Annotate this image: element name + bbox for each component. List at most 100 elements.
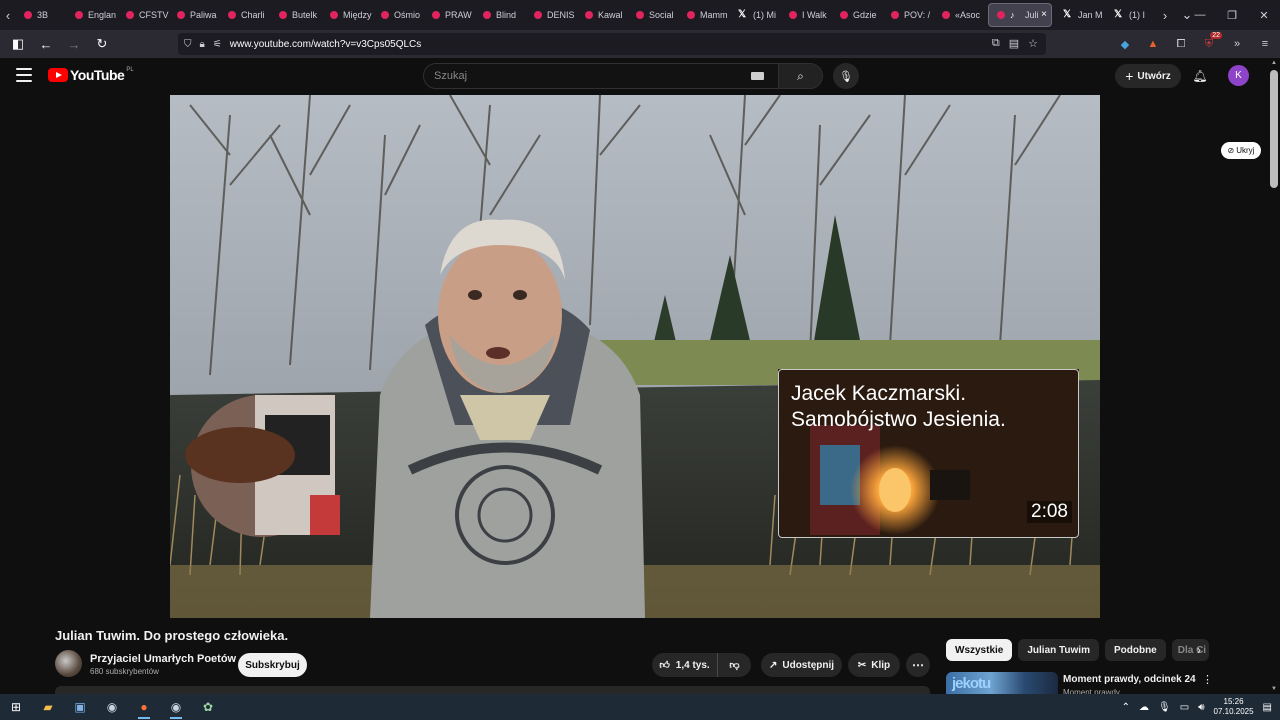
control-panel-icon[interactable]: ▣ xyxy=(64,694,96,720)
browser-tab-after-0[interactable]: 𝕏 Jan M xyxy=(1055,3,1106,27)
network-icon[interactable]: ▭ xyxy=(1180,702,1189,713)
tab-label: Gdzie xyxy=(853,10,877,20)
browser-tab-12[interactable]: Social xyxy=(628,3,679,27)
browser-tab-8[interactable]: PRAW xyxy=(424,3,475,27)
browser-tab-15[interactable]: I Walk xyxy=(781,3,832,27)
keyboard-icon[interactable] xyxy=(751,72,764,80)
browser-tab-11[interactable]: Kawal xyxy=(577,3,628,27)
back-icon[interactable]: ← xyxy=(34,32,58,56)
extensions-puzzle-icon[interactable]: ⧠ xyxy=(1174,37,1188,51)
video-element-round[interactable] xyxy=(191,395,334,538)
video-player[interactable]: Jacek Kaczmarski. Samobójstwo Jesienia. … xyxy=(170,95,1100,618)
account-avatar[interactable]: K xyxy=(1228,65,1249,86)
lock-icon[interactable]: 🔒︎ xyxy=(200,39,205,50)
url-text[interactable]: www.youtube.com/watch?v=v3Cps05QLCs xyxy=(230,39,421,50)
like-button[interactable]: 👍︎ 1,4 tys. xyxy=(652,653,718,677)
file-explorer-icon[interactable]: ▰ xyxy=(32,694,64,720)
permissions-icon[interactable]: ⚟ xyxy=(213,39,222,50)
extension-fox-icon[interactable]: ▲ xyxy=(1146,37,1160,51)
channel-avatar[interactable] xyxy=(55,650,82,677)
browser-tab-17[interactable]: POV: / xyxy=(883,3,934,27)
youtube-favicon-icon xyxy=(585,11,593,19)
onedrive-icon[interactable]: ☁ xyxy=(1139,702,1149,713)
tab-label: Butelk xyxy=(292,10,318,20)
create-button[interactable]: + Utwórz xyxy=(1115,64,1181,88)
recommendation-thumbnail[interactable]: jekotu xyxy=(946,672,1058,694)
browser-tab-active[interactable]: ♪ Juli × xyxy=(988,3,1052,27)
volume-icon[interactable]: 🔊︎ xyxy=(1198,702,1204,713)
browser-tab-10[interactable]: DENIS xyxy=(526,3,577,27)
shield-icon[interactable]: ⛉ xyxy=(184,39,192,50)
browser-tab-0[interactable]: 3B xyxy=(16,3,67,27)
dislike-button[interactable]: 👎︎ xyxy=(718,653,751,677)
forward-icon[interactable]: → xyxy=(62,32,86,56)
chips-next-icon[interactable]: › xyxy=(1190,641,1208,659)
microphone-icon[interactable]: 🎙︎ xyxy=(1158,702,1171,713)
browser-tab-3[interactable]: Paliwa xyxy=(169,3,220,27)
scroll-up-icon[interactable]: ▲ xyxy=(1271,60,1277,66)
firefox-icon[interactable]: ● xyxy=(128,694,160,720)
close-window-icon[interactable]: ✕ xyxy=(1248,0,1280,30)
browser-tab-5[interactable]: Butelk xyxy=(271,3,322,27)
browser-tab-7[interactable]: Ośmio xyxy=(373,3,424,27)
browser-tab-16[interactable]: Gdzie xyxy=(832,3,883,27)
hide-end-cards-button[interactable]: ⊘ Ukryj xyxy=(1221,142,1261,159)
logo-text: YouTube xyxy=(70,67,125,83)
clip-button[interactable]: ✂ Klip xyxy=(848,653,900,677)
end-card-duration: 2:08 xyxy=(1027,501,1072,523)
start-windows-icon[interactable]: ⊞ xyxy=(0,694,32,720)
tab-label: (1) Mi xyxy=(753,10,776,20)
app-icon[interactable]: ✿ xyxy=(192,694,224,720)
browser-tab-6[interactable]: Między xyxy=(322,3,373,27)
tab-scroll-right-icon[interactable]: › xyxy=(1157,0,1173,30)
sidebar-toggle-icon[interactable]: ◧ xyxy=(6,32,30,56)
tray-chevron-icon[interactable]: ⌃ xyxy=(1122,702,1130,713)
chip-julian-tuwim[interactable]: Julian Tuwim xyxy=(1018,639,1099,661)
more-actions-button[interactable]: ⋯ xyxy=(906,653,930,677)
steam-icon[interactable]: ◉ xyxy=(96,694,128,720)
taskbar-clock[interactable]: 15:26 07.10.2025 xyxy=(1214,697,1254,717)
scrollbar-thumb[interactable] xyxy=(1270,70,1278,188)
close-tab-icon[interactable]: × xyxy=(1041,9,1047,20)
youtube-logo[interactable]: YouTube PL xyxy=(48,67,134,83)
channel-name[interactable]: Przyjaciel Umarłych Poetów xyxy=(90,653,236,665)
browser-tab-strip: ‹ 3B Englan CFSTV Paliwa Charli Butelk Między O… xyxy=(0,0,1280,30)
steam-running-icon[interactable]: ◉ xyxy=(160,694,192,720)
notifications-bell-icon[interactable]: 🔔︎ xyxy=(1190,66,1210,86)
url-bar[interactable]: ⛉ 🔒︎ ⚟ www.youtube.com/watch?v=v3Cps05QL… xyxy=(178,33,1046,55)
recommendation-menu-icon[interactable]: ⋮ xyxy=(1202,673,1213,686)
browser-tab-9[interactable]: Blind xyxy=(475,3,526,27)
voice-search-mic-icon[interactable]: 🎙︎ xyxy=(833,63,859,89)
chip-all[interactable]: Wszystkie xyxy=(946,639,1013,661)
search-button[interactable]: ⌕ xyxy=(778,64,822,88)
browser-tab-2[interactable]: CFSTV xyxy=(118,3,169,27)
description-box[interactable] xyxy=(55,686,930,694)
share-button[interactable]: ↗ Udostępnij xyxy=(761,653,842,677)
end-screen-video-card[interactable]: Jacek Kaczmarski. Samobójstwo Jesienia. … xyxy=(778,369,1079,538)
reload-icon[interactable]: ↻ xyxy=(90,32,114,56)
subscribe-button[interactable]: Subskrybuj xyxy=(238,653,307,677)
extension-ublock-icon[interactable]: ⛨ 22 xyxy=(1202,32,1222,51)
bookmark-star-icon[interactable]: ☆ xyxy=(1028,37,1038,50)
extension-shield-icon[interactable]: ◆ xyxy=(1118,37,1132,51)
browser-tab-13[interactable]: Mamm xyxy=(679,3,730,27)
tab-scroll-left-icon[interactable]: ‹ xyxy=(0,0,16,30)
browser-tab-4[interactable]: Charli xyxy=(220,3,271,27)
browser-tab-14[interactable]: 𝕏 (1) Mi xyxy=(730,3,781,27)
browser-tab-18[interactable]: «Asoc xyxy=(934,3,985,27)
notifications-icon[interactable]: ▤ xyxy=(1263,702,1272,713)
chip-similar[interactable]: Podobne xyxy=(1104,639,1166,661)
guide-menu-icon[interactable] xyxy=(16,68,32,82)
app-menu-icon[interactable]: ≡ xyxy=(1258,37,1272,51)
minimize-icon[interactable]: — xyxy=(1184,0,1216,30)
restore-icon[interactable]: ❐ xyxy=(1216,0,1248,30)
scroll-down-icon[interactable]: ▼ xyxy=(1271,686,1277,692)
overflow-menu-icon[interactable]: » xyxy=(1230,37,1244,51)
reader-view-icon[interactable]: ▤ xyxy=(1009,37,1019,50)
browser-tab-1[interactable]: Englan xyxy=(67,3,118,27)
browser-tab-after-1[interactable]: 𝕏 (1) I xyxy=(1106,3,1157,27)
page-scrollbar[interactable]: ▲ ▼ xyxy=(1268,58,1280,694)
search-input[interactable] xyxy=(424,64,751,88)
picture-in-picture-icon[interactable]: ⧉ xyxy=(992,37,1000,50)
recommendation-title[interactable]: Moment prawdy, odcinek 24 xyxy=(1063,674,1196,685)
